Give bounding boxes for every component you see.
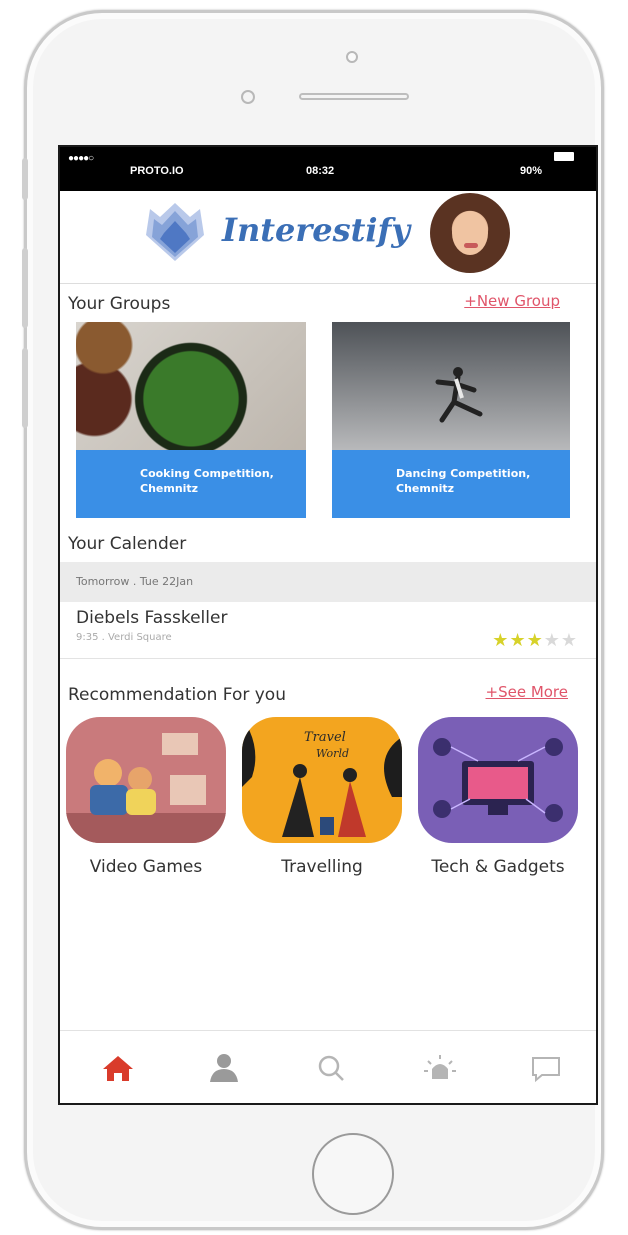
group-caption-line1: Dancing Competition, [396,467,531,480]
recommendations-list: Video Games Travel World Travelling Tech… [60,707,596,887]
group-card-dancing[interactable]: Dancing Competition, Chemnitz [332,322,570,518]
dancer-figure [435,367,483,423]
carrier-name: PROTO.IO [130,165,184,177]
recommendation-label: Tech & Gadgets [431,857,565,877]
calendar-date: Tomorrow . Tue 22Jan [60,562,596,602]
battery-percent: 90% [520,165,543,177]
new-group-link[interactable]: +New Group [464,292,560,310]
recommendation-tech-gadgets[interactable]: Tech & Gadgets [416,717,580,877]
group-caption-line2: Chemnitz [140,482,199,495]
app-screen: ●●●●○ PROTO.IO 08:32 90% Interestify You… [58,145,598,1105]
star-empty-icon: ★ [560,630,578,651]
tab-messages[interactable] [528,1053,564,1083]
tech-gadgets-illustration [418,717,578,843]
group-card-cooking[interactable]: Cooking Competition, Chemnitz [76,322,306,518]
calendar-header: Your Calender [60,518,596,562]
dancer-photo [332,322,570,450]
group-caption: Cooking Competition, Chemnitz [76,450,306,518]
home-button[interactable] [312,1133,394,1215]
signal-strength: ●●●●○ [68,153,94,164]
bottom-tab-bar [60,1030,596,1103]
star-icon: ★ [492,630,510,651]
star-icon: ★ [509,630,527,651]
volume-down-button [22,348,28,428]
volume-up-button [22,248,28,328]
avatar-face [452,211,488,255]
cooking-photo [76,322,306,450]
chat-bubble-icon [532,1057,560,1083]
status-time: 08:32 [306,165,335,177]
layered-lotus-logo [146,203,204,261]
recommendations-header: Recommendation For you +See More [60,659,596,707]
recommendation-label: Video Games [89,857,203,877]
gamers-illustration [66,717,226,843]
tab-profile[interactable] [206,1053,242,1083]
status-bar: ●●●●○ PROTO.IO 08:32 90% [60,147,596,191]
recommendation-travelling[interactable]: Travel World Travelling [240,717,404,877]
star-empty-icon: ★ [543,630,561,651]
event-name: Diebels Fasskeller [76,608,228,628]
app-header: Interestify [60,191,596,284]
calendar-title: Your Calender [68,534,187,554]
event-details: 9:35 . Verdi Square [76,632,172,643]
avatar-lips [464,243,478,248]
recommendations-title: Recommendation For you [68,685,286,705]
svg-text:Travel: Travel [304,730,346,745]
groups-header: Your Groups +New Group [60,284,596,318]
proximity-sensor [241,90,255,104]
group-caption-line2: Chemnitz [396,482,455,495]
user-avatar[interactable] [430,193,510,273]
see-more-link[interactable]: +See More [486,683,569,701]
group-caption-line1: Cooking Competition, [140,467,274,480]
event-rating: ★★★★★ [492,630,578,651]
groups-title: Your Groups [68,294,171,314]
star-icon: ★ [526,630,544,651]
recommendation-label: Travelling [281,857,363,877]
mute-switch [22,158,28,200]
home-icon [103,1056,133,1081]
search-icon [318,1055,344,1081]
app-name: Interestify [222,211,410,249]
tab-alerts[interactable] [422,1053,458,1083]
recommendation-video-games[interactable]: Video Games [64,717,228,877]
travel-the-world-illustration: Travel World [242,717,402,843]
earpiece-speaker [299,93,409,100]
person-icon [210,1054,238,1082]
tab-search[interactable] [314,1053,350,1083]
alarm-light-icon [424,1055,456,1079]
group-caption: Dancing Competition, Chemnitz [332,450,570,518]
tab-home[interactable] [100,1053,136,1083]
calendar-event[interactable]: Diebels Fasskeller 9:35 . Verdi Square ★… [60,602,596,659]
battery-icon [554,152,574,161]
svg-text:World: World [316,747,349,760]
groups-list: Cooking Competition, Chemnitz Dancing Co… [60,318,596,518]
front-camera [346,51,358,63]
